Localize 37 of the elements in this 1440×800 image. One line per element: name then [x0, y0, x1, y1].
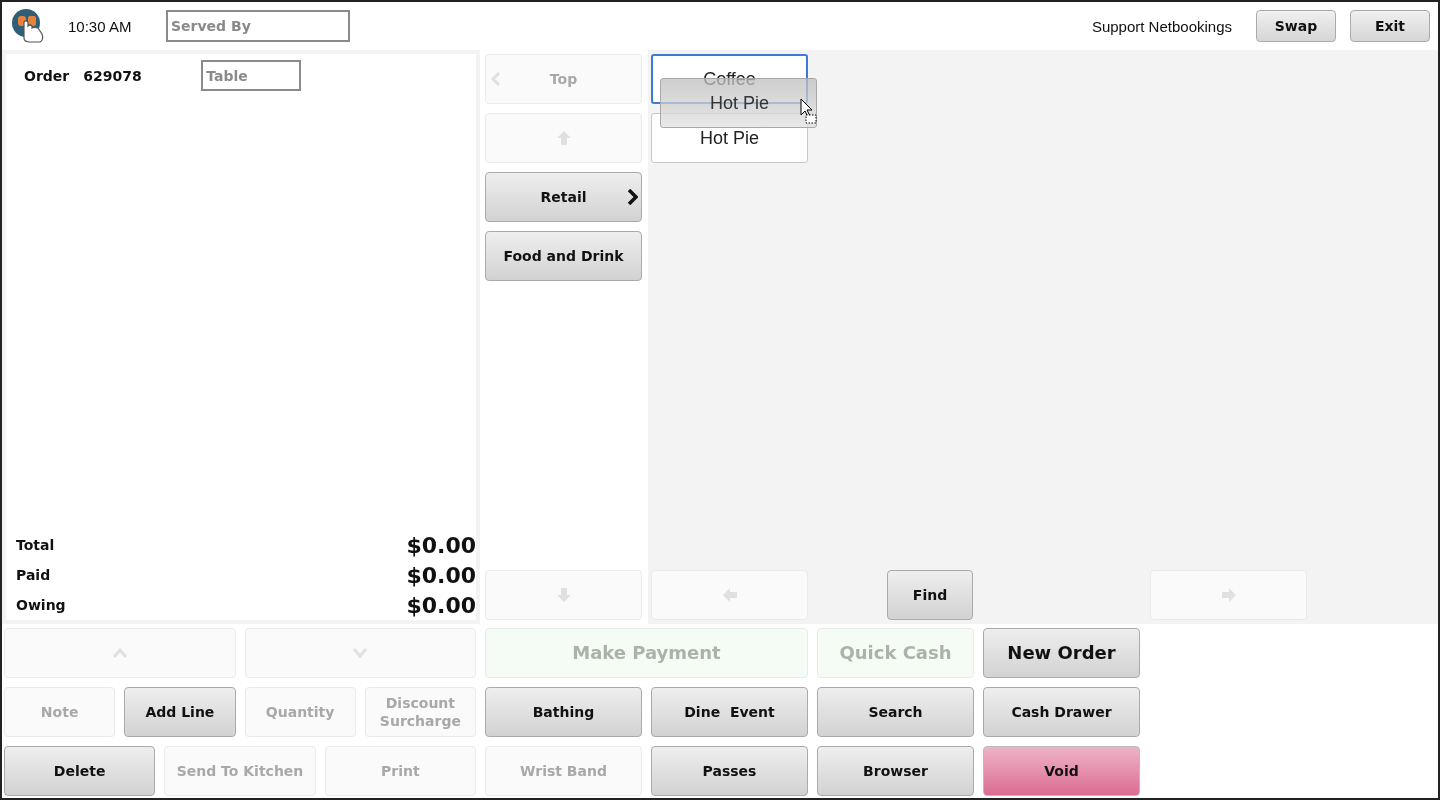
action-button[interactable]: New Order: [983, 628, 1140, 678]
action-button[interactable]: Passes: [651, 746, 808, 796]
action-button[interactable]: Cash Drawer: [983, 687, 1140, 737]
header-button[interactable]: Exit: [1350, 10, 1430, 42]
action-button[interactable]: Search: [817, 687, 974, 737]
arrow-up-icon: [555, 130, 572, 146]
logo-icon: [10, 8, 46, 44]
action-button[interactable]: Bathing: [485, 687, 642, 737]
category-button[interactable]: Retail: [485, 172, 642, 222]
drag-cursor-icon: [800, 98, 818, 124]
total-label: Paid: [16, 567, 51, 583]
chevron-right-icon: [626, 189, 638, 205]
order-label: Order: [24, 67, 70, 84]
user-name: Support Netbookings: [1091, 17, 1232, 35]
served-by-field[interactable]: Served By: [166, 10, 350, 42]
action-button[interactable]: Browser: [817, 746, 974, 796]
action-button[interactable]: Dine Event: [651, 687, 808, 737]
arrow-down-icon: [555, 587, 572, 603]
caret-up-icon: [111, 647, 128, 659]
action-button[interactable]: Void: [983, 746, 1140, 796]
total-label: Total: [16, 537, 55, 553]
category-button[interactable]: Food and Drink: [485, 231, 642, 281]
order-button[interactable]: Delete: [4, 746, 156, 796]
total-label: Owing: [16, 597, 66, 613]
find-button[interactable]: Find: [887, 570, 973, 620]
arrow-right-icon: [1220, 587, 1237, 603]
total-amount: $0.00: [406, 532, 476, 558]
table-field[interactable]: Table: [201, 60, 302, 91]
caret-down-icon: [352, 647, 369, 659]
header-button[interactable]: Swap: [1256, 10, 1336, 42]
total-amount: $0.00: [406, 592, 476, 618]
chevron-left-icon: [490, 72, 502, 86]
arrow-left-icon: [721, 587, 738, 603]
clock-time: 10:30 AM: [68, 17, 133, 35]
order-number: 629078: [83, 67, 143, 84]
total-amount: $0.00: [406, 562, 476, 588]
order-button[interactable]: Add Line: [124, 687, 236, 737]
